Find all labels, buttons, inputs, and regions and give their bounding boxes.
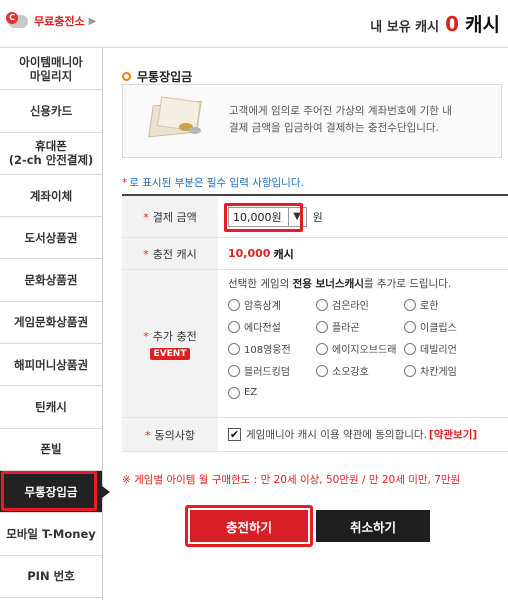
game-option[interactable]: 검은라인 bbox=[316, 295, 404, 314]
game-option[interactable]: 로한 bbox=[404, 295, 492, 314]
payment-form: * 결제 금액 10,000원 ▼ 원 * 충전 캐시 10,000 캐시 * … bbox=[122, 194, 508, 452]
charge-cash-value: 10,000 bbox=[228, 247, 271, 260]
info-box: 고객에게 임의로 주어진 가상의 계좌번호에 기한 내 결제 금액을 입금하여 … bbox=[122, 84, 502, 158]
agree-label: * 동의사항 bbox=[122, 418, 218, 451]
sidebar-item-credit-card[interactable]: 신용카드 bbox=[0, 90, 102, 133]
radio-icon[interactable] bbox=[404, 364, 416, 377]
required-note: * 로 표시된 부분은 필수 입력 사항입니다. bbox=[122, 177, 304, 189]
my-cash-unit: 캐시 bbox=[465, 14, 500, 36]
game-option[interactable]: 에다전설 bbox=[228, 317, 316, 336]
agree-checkbox[interactable]: ✔ bbox=[228, 428, 241, 441]
bullet-circle-icon bbox=[122, 72, 131, 81]
radio-icon[interactable] bbox=[228, 386, 240, 399]
my-cash-value: 0 bbox=[445, 12, 460, 36]
game-option[interactable]: 소오강호 bbox=[316, 361, 404, 380]
game-option[interactable]: EZ bbox=[228, 383, 316, 402]
sidebar-item-mobile-tmoney[interactable]: 모바일 T-Money bbox=[0, 513, 102, 556]
amount-label: * 결제 금액 bbox=[122, 196, 218, 237]
info-description: 고객에게 임의로 주어진 가상의 계좌번호에 기한 내 결제 금액을 입금하여 … bbox=[229, 105, 452, 134]
cancel-button[interactable]: 취소하기 bbox=[316, 510, 430, 542]
agree-text: 게임매니아 캐시 이용 약관에 동의합니다. bbox=[246, 429, 427, 441]
game-option[interactable]: 플라곤 bbox=[316, 317, 404, 336]
charge-button[interactable]: 충전하기 bbox=[190, 510, 308, 542]
game-option[interactable]: 암흑삼계 bbox=[228, 295, 316, 314]
my-cash-display: 내 보유 캐시 0 캐시 bbox=[370, 10, 500, 37]
form-row-amount: * 결제 금액 10,000원 ▼ 원 bbox=[122, 196, 508, 238]
purchase-limit-note: ※ 게임별 아이템 월 구매한도 : 만 20세 이상, 50만원 / 만 20… bbox=[122, 474, 461, 486]
game-option[interactable]: 차칸게임 bbox=[404, 361, 492, 380]
form-row-charge-cash: * 충전 캐시 10,000 캐시 bbox=[122, 238, 508, 270]
bonus-description: 선택한 게임의 전용 보너스캐시를 추가로 드립니다. bbox=[228, 278, 452, 290]
radio-icon[interactable] bbox=[316, 364, 328, 377]
sidebar-item-pin-number[interactable]: PIN 번호 bbox=[0, 556, 102, 598]
radio-icon[interactable] bbox=[316, 320, 328, 333]
sidebar-item-happymoney-voucher[interactable]: 해피머니상품권 bbox=[0, 344, 102, 387]
radio-icon[interactable] bbox=[228, 298, 240, 311]
event-badge: EVENT bbox=[149, 347, 191, 360]
page-header: C 무료충전소 ▶ 내 보유 캐시 0 캐시 bbox=[0, 0, 508, 48]
terms-link[interactable]: [약관보기] bbox=[429, 427, 477, 442]
bankbook-coins-icon bbox=[145, 96, 209, 141]
free-charge-label: 무료충전소 bbox=[34, 15, 85, 28]
chevron-right-icon: ▶ bbox=[88, 15, 97, 27]
payment-method-sidebar: 아이템매니아 마일리지 신용카드 휴대폰 (2-ch 안전결제) 계좌이체 도서… bbox=[0, 48, 110, 600]
game-option[interactable]: 블러드킹덤 bbox=[228, 361, 316, 380]
radio-icon[interactable] bbox=[404, 298, 416, 311]
sidebar-item-book-voucher[interactable]: 도서상품권 bbox=[0, 217, 102, 260]
section-title: 무통장입금 bbox=[122, 68, 192, 85]
chevron-down-icon: ▼ bbox=[287, 207, 306, 226]
radio-icon[interactable] bbox=[228, 320, 240, 333]
charge-cash-label: * 충전 캐시 bbox=[122, 238, 218, 269]
radio-icon[interactable] bbox=[228, 342, 240, 355]
radio-icon[interactable] bbox=[404, 320, 416, 333]
form-row-agree: * 동의사항 ✔ 게임매니아 캐시 이용 약관에 동의합니다. [약관보기] bbox=[122, 418, 508, 452]
game-radio-group: 암흑삼계 검은라인 로한 에다전설 플라곤 이클립스 108영웅전 에이지오브드… bbox=[228, 295, 492, 402]
game-option[interactable]: 에이지오브드래 bbox=[316, 339, 404, 358]
sidebar-item-mileage[interactable]: 아이템매니아 마일리지 bbox=[0, 48, 102, 91]
sidebar-item-teencash[interactable]: 틴캐시 bbox=[0, 386, 102, 429]
sidebar-item-virtual-account[interactable]: 무통장입금 bbox=[0, 470, 110, 514]
my-cash-label: 내 보유 캐시 bbox=[370, 20, 440, 35]
game-option[interactable]: 데빌리언 bbox=[404, 339, 492, 358]
radio-icon[interactable] bbox=[228, 364, 240, 377]
free-charge-link[interactable]: C 무료충전소 ▶ bbox=[6, 12, 96, 30]
section-title-text: 무통장입금 bbox=[137, 70, 193, 84]
game-option[interactable]: 108영웅전 bbox=[228, 339, 316, 358]
radio-icon[interactable] bbox=[316, 342, 328, 355]
sidebar-item-culture-voucher[interactable]: 문화상품권 bbox=[0, 259, 102, 302]
piggy-bank-icon: C bbox=[6, 12, 32, 30]
form-row-bonus: * 추가 충전 EVENT 선택한 게임의 전용 보너스캐시를 추가로 드립니다.… bbox=[122, 270, 508, 418]
bonus-label: * 추가 충전 EVENT bbox=[122, 270, 218, 417]
charge-cash-unit: 캐시 bbox=[273, 247, 294, 261]
sidebar-item-phonebill[interactable]: 폰빌 bbox=[0, 429, 102, 471]
sidebar-item-game-culture-voucher[interactable]: 게임문화상품권 bbox=[0, 302, 102, 345]
main-content: 무통장입금 고객에게 임의로 주어진 가상의 계좌번호에 기한 내 결제 금액을… bbox=[104, 48, 508, 600]
amount-select[interactable]: 10,000원 ▼ bbox=[228, 206, 307, 227]
game-option[interactable]: 이클립스 bbox=[404, 317, 492, 336]
sidebar-item-bank-transfer[interactable]: 계좌이체 bbox=[0, 175, 102, 218]
radio-icon[interactable] bbox=[404, 342, 416, 355]
radio-icon[interactable] bbox=[316, 298, 328, 311]
amount-unit: 원 bbox=[312, 210, 323, 224]
sidebar-item-mobile-phone[interactable]: 휴대폰 (2-ch 안전결제) bbox=[0, 133, 102, 175]
